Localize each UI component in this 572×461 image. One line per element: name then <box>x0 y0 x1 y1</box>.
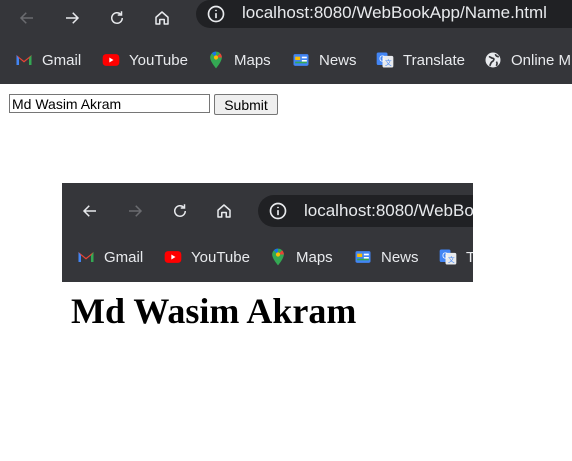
bookmark-label: Maps <box>296 248 333 266</box>
gmail-icon <box>16 55 32 65</box>
home-icon <box>217 204 231 218</box>
browser-chrome: localhost:8080/WebBookApp/Name.html Gmai… <box>0 0 572 84</box>
bookmark-label: Translate <box>403 51 465 69</box>
reload-icon <box>111 11 123 24</box>
browser-toolbar: localhost:8080/WebBookApp/Name.html <box>0 0 572 36</box>
embedded-bookmark-youtube: YouTube <box>163 247 250 267</box>
translate-icon: G文 <box>439 249 457 265</box>
bookmarks-bar: Gmail YouTube Maps News G文 Translate Onl… <box>0 40 572 80</box>
embedded-home-button <box>210 197 238 225</box>
youtube-icon <box>102 54 120 66</box>
news-icon <box>293 54 309 66</box>
bookmark-online[interactable]: Online M <box>483 50 571 70</box>
translate-icon: G文 <box>376 52 394 68</box>
embedded-address-bar: localhost:8080/WebBo <box>258 195 473 227</box>
back-arrow-icon <box>19 12 33 24</box>
globe-icon <box>485 52 501 68</box>
address-bar-url: localhost:8080/WebBookApp/Name.html <box>242 3 547 22</box>
bookmark-news[interactable]: News <box>291 50 357 70</box>
result-heading: Md Wasim Akram <box>71 291 357 331</box>
embedded-bookmark-maps: Maps <box>268 247 333 267</box>
news-icon <box>355 251 371 263</box>
bookmark-gmail[interactable]: Gmail <box>14 50 81 70</box>
gmail-icon <box>78 252 94 262</box>
back-button[interactable] <box>13 4 41 32</box>
bookmark-label: T <box>466 248 473 266</box>
embedded-browser-screenshot: localhost:8080/WebBo Gmail YouTube Maps … <box>62 183 473 282</box>
name-input[interactable] <box>9 94 210 113</box>
reload-button[interactable] <box>103 4 131 32</box>
info-icon <box>269 202 287 220</box>
maps-icon <box>210 51 222 69</box>
embedded-bookmark-translate: G文 T <box>438 247 473 267</box>
embedded-bookmark-gmail: Gmail <box>76 247 143 267</box>
bookmark-label: YouTube <box>129 51 188 69</box>
svg-text:文: 文 <box>448 255 455 264</box>
bookmark-label: News <box>381 248 419 266</box>
back-arrow-icon <box>82 205 96 217</box>
home-button[interactable] <box>148 4 176 32</box>
info-icon[interactable] <box>206 4 226 24</box>
bookmark-label: Gmail <box>104 248 144 266</box>
embedded-address-bar-url: localhost:8080/WebBo <box>304 201 473 220</box>
reload-icon <box>174 204 186 217</box>
bookmark-translate[interactable]: G文 Translate <box>375 50 465 70</box>
bookmark-label: Online M <box>511 51 572 69</box>
forward-button[interactable] <box>58 4 86 32</box>
forward-arrow-icon <box>66 12 80 24</box>
address-bar[interactable]: localhost:8080/WebBookApp/Name.html <box>196 0 572 28</box>
home-icon <box>155 11 169 25</box>
embedded-forward-button <box>121 197 149 225</box>
embedded-back-button <box>76 197 104 225</box>
bookmark-youtube[interactable]: YouTube <box>101 50 188 70</box>
submit-button[interactable]: Submit <box>214 94 278 115</box>
youtube-icon <box>164 251 182 263</box>
bookmark-maps[interactable]: Maps <box>206 50 271 70</box>
maps-icon <box>272 248 284 266</box>
bookmark-label: News <box>319 51 357 69</box>
bookmark-label: YouTube <box>191 248 250 266</box>
bookmark-label: Gmail <box>42 51 82 69</box>
embedded-reload-button <box>166 197 194 225</box>
embedded-bookmarks-bar: Gmail YouTube Maps News G文 T <box>62 243 473 273</box>
svg-text:文: 文 <box>385 58 392 67</box>
forward-arrow-icon <box>129 205 143 217</box>
embedded-bookmark-news: News <box>353 247 419 267</box>
bookmark-label: Maps <box>234 51 271 69</box>
